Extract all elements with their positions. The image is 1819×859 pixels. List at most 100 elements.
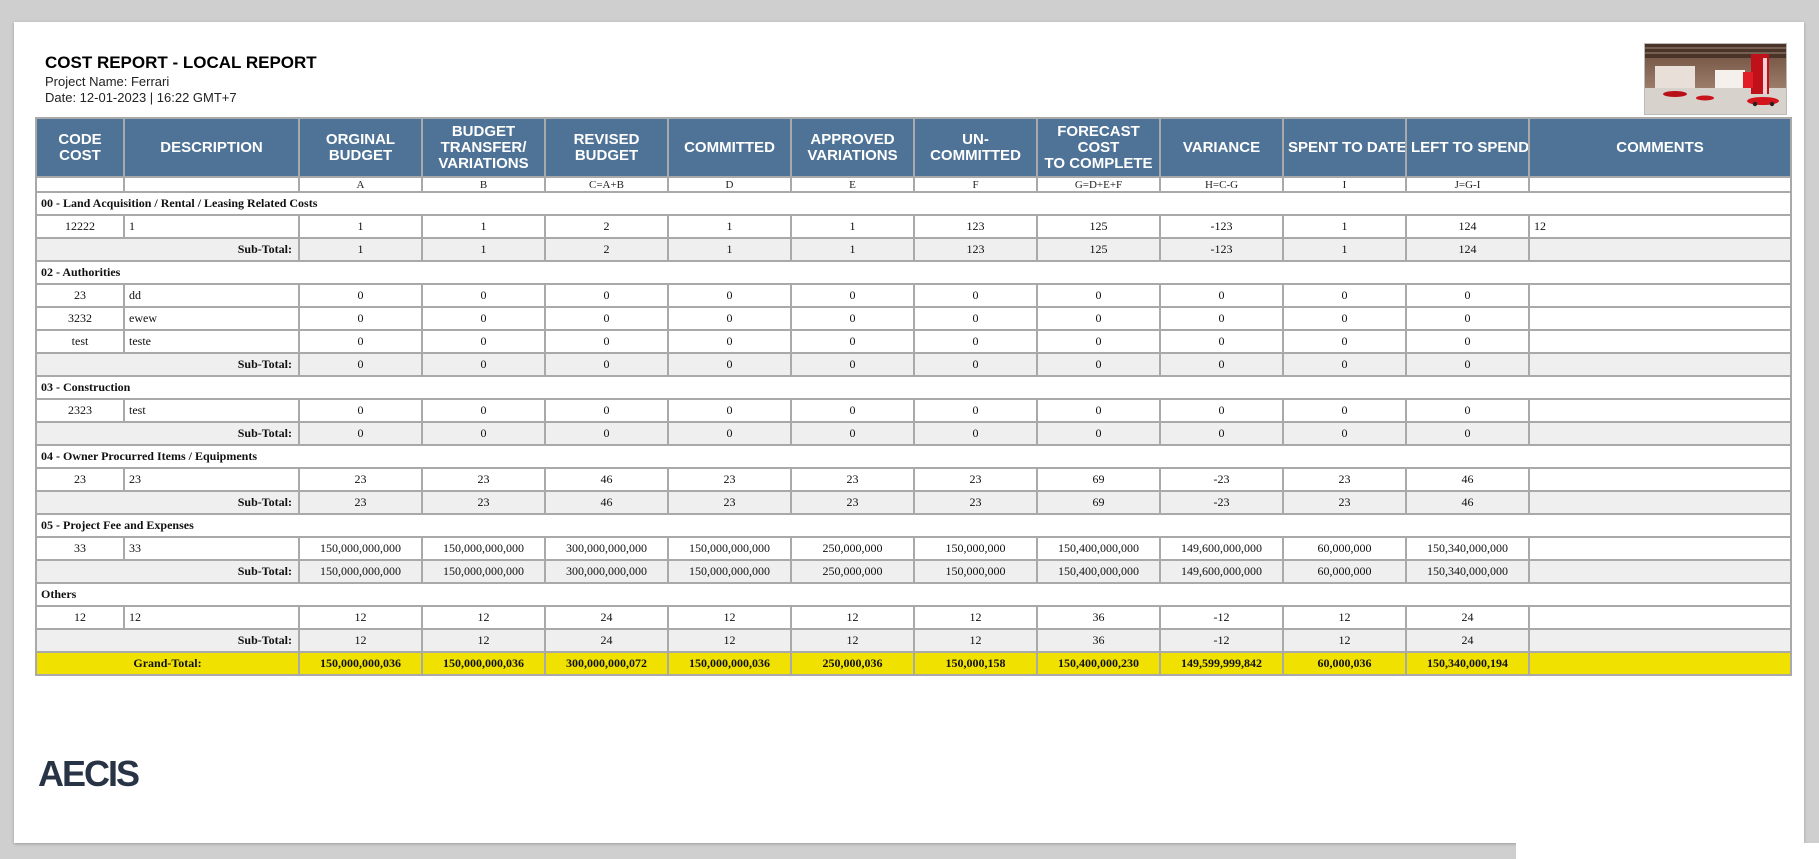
table-row: 23 dd 0 0 0 0 0 0 0 0 0 0 <box>35 283 1792 308</box>
cost-code-cell: 23 <box>35 283 125 308</box>
subtotal-left-cell: 46 <box>1405 490 1530 515</box>
committed-cell: 0 <box>667 306 792 331</box>
uncommitted-cell: 0 <box>913 398 1038 423</box>
section-header-row: 00 - Land Acquisition / Rental / Leasing… <box>35 191 1792 216</box>
grand-total-label: Grand-Total: <box>35 651 300 676</box>
revised-cell: 46 <box>544 467 669 492</box>
subtotal-left-cell: 0 <box>1405 352 1530 377</box>
column-header-forecast: FORECAST COST TO COMPLETE <box>1036 117 1161 178</box>
variance-cell: 0 <box>1159 329 1284 354</box>
subtotal-uncommitted-cell: 0 <box>913 421 1038 446</box>
subtotal-variance-cell: 0 <box>1159 352 1284 377</box>
transfer-cell: 0 <box>421 329 546 354</box>
column-header-comments: COMMENTS <box>1528 117 1792 178</box>
section-header-row: 04 - Owner Procurred Items / Equipments <box>35 444 1792 469</box>
approved-cell: 0 <box>790 306 915 331</box>
uncommitted-cell: 0 <box>913 306 1038 331</box>
formula-description <box>123 176 300 193</box>
column-header-variance: VARIANCE <box>1159 117 1284 178</box>
original-cell: 150,000,000,000 <box>298 536 423 561</box>
left-cell: 24 <box>1405 605 1530 630</box>
variance-cell: -123 <box>1159 214 1284 239</box>
approved-cell: 23 <box>790 467 915 492</box>
cost-code-cell: 23 <box>35 467 125 492</box>
grand-total-row: Grand-Total: 150,000,000,036 150,000,000,0… <box>35 651 1792 676</box>
left-cell: 150,340,000,000 <box>1405 536 1530 561</box>
subtotal-transfer-cell: 150,000,000,000 <box>421 559 546 584</box>
cost-code-cell: test <box>35 329 125 354</box>
subtotal-forecast-cell: 69 <box>1036 490 1161 515</box>
comments-cell <box>1528 536 1792 561</box>
transfer-cell: 1 <box>421 214 546 239</box>
left-cell: 124 <box>1405 214 1530 239</box>
subtotal-uncommitted-cell: 12 <box>913 628 1038 653</box>
formula-code <box>35 176 125 193</box>
spent-cell: 1 <box>1282 214 1407 239</box>
subtotal-label: Sub-Total: <box>35 421 300 446</box>
original-cell: 23 <box>298 467 423 492</box>
revised-cell: 300,000,000,000 <box>544 536 669 561</box>
column-header-description: DESCRIPTION <box>123 117 300 178</box>
formula-comments <box>1528 176 1792 193</box>
cost-code-cell: 12222 <box>35 214 125 239</box>
section-title: 00 - Land Acquisition / Rental / Leasing… <box>35 191 1792 216</box>
transfer-cell: 0 <box>421 398 546 423</box>
original-cell: 12 <box>298 605 423 630</box>
description-cell: test <box>123 398 300 423</box>
column-header-left: LEFT TO SPEND <box>1405 117 1530 178</box>
left-cell: 46 <box>1405 467 1530 492</box>
section-header-row: Others <box>35 582 1792 607</box>
description-cell: 33 <box>123 536 300 561</box>
grand-total-transfer-cell: 150,000,000,036 <box>421 651 546 676</box>
subtotal-row: Sub-Total: 150,000,000,000 150,000,000,000… <box>35 559 1792 584</box>
approved-cell: 1 <box>790 214 915 239</box>
subtotal-committed-cell: 0 <box>667 421 792 446</box>
subtotal-row: Sub-Total: 23 23 46 23 23 23 69 -23 23 46 <box>35 490 1792 515</box>
subtotal-variance-cell: -123 <box>1159 237 1284 262</box>
forecast-cell: 0 <box>1036 398 1161 423</box>
transfer-cell: 150,000,000,000 <box>421 536 546 561</box>
subtotal-label: Sub-Total: <box>35 352 300 377</box>
column-header-approved: APPROVED VARIATIONS <box>790 117 915 178</box>
committed-cell: 0 <box>667 398 792 423</box>
cost-code-cell: 2323 <box>35 398 125 423</box>
company-logo: AECIS <box>38 753 140 794</box>
grand-total-comments-cell <box>1528 651 1792 676</box>
subtotal-left-cell: 150,340,000,000 <box>1405 559 1530 584</box>
variance-cell: -23 <box>1159 467 1284 492</box>
section-header-row: 02 - Authorities <box>35 260 1792 285</box>
revised-cell: 24 <box>544 605 669 630</box>
subtotal-comments-cell <box>1528 352 1792 377</box>
subtotal-forecast-cell: 150,400,000,000 <box>1036 559 1161 584</box>
spent-cell: 0 <box>1282 398 1407 423</box>
approved-cell: 250,000,000 <box>790 536 915 561</box>
subtotal-spent-cell: 0 <box>1282 352 1407 377</box>
grand-total-approved-cell: 250,000,036 <box>790 651 915 676</box>
uncommitted-cell: 12 <box>913 605 1038 630</box>
subtotal-forecast-cell: 0 <box>1036 421 1161 446</box>
subtotal-revised-cell: 0 <box>544 352 669 377</box>
subtotal-label: Sub-Total: <box>35 237 300 262</box>
project-name: Project Name: Ferrari <box>45 74 170 89</box>
table-row: 33 33 150,000,000,000 150,000,000,000 300,00… <box>35 536 1792 561</box>
original-cell: 0 <box>298 398 423 423</box>
section-title: 03 - Construction <box>35 375 1792 400</box>
grand-total-original-cell: 150,000,000,036 <box>298 651 423 676</box>
section-header-row: 03 - Construction <box>35 375 1792 400</box>
subtotal-comments-cell <box>1528 490 1792 515</box>
uncommitted-cell: 123 <box>913 214 1038 239</box>
section-title: 05 - Project Fee and Expenses <box>35 513 1792 538</box>
variance-cell: 0 <box>1159 306 1284 331</box>
grand-total-uncommitted-cell: 150,000,158 <box>913 651 1038 676</box>
committed-cell: 12 <box>667 605 792 630</box>
formula-variance: H=C-G <box>1159 176 1284 193</box>
subtotal-left-cell: 124 <box>1405 237 1530 262</box>
revised-cell: 0 <box>544 283 669 308</box>
subtotal-original-cell: 0 <box>298 352 423 377</box>
spent-cell: 23 <box>1282 467 1407 492</box>
subtotal-approved-cell: 250,000,000 <box>790 559 915 584</box>
column-header-transfer: BUDGET TRANSFER/VARIATIONS <box>421 117 546 178</box>
left-cell: 0 <box>1405 306 1530 331</box>
subtotal-left-cell: 0 <box>1405 421 1530 446</box>
uncommitted-cell: 23 <box>913 467 1038 492</box>
